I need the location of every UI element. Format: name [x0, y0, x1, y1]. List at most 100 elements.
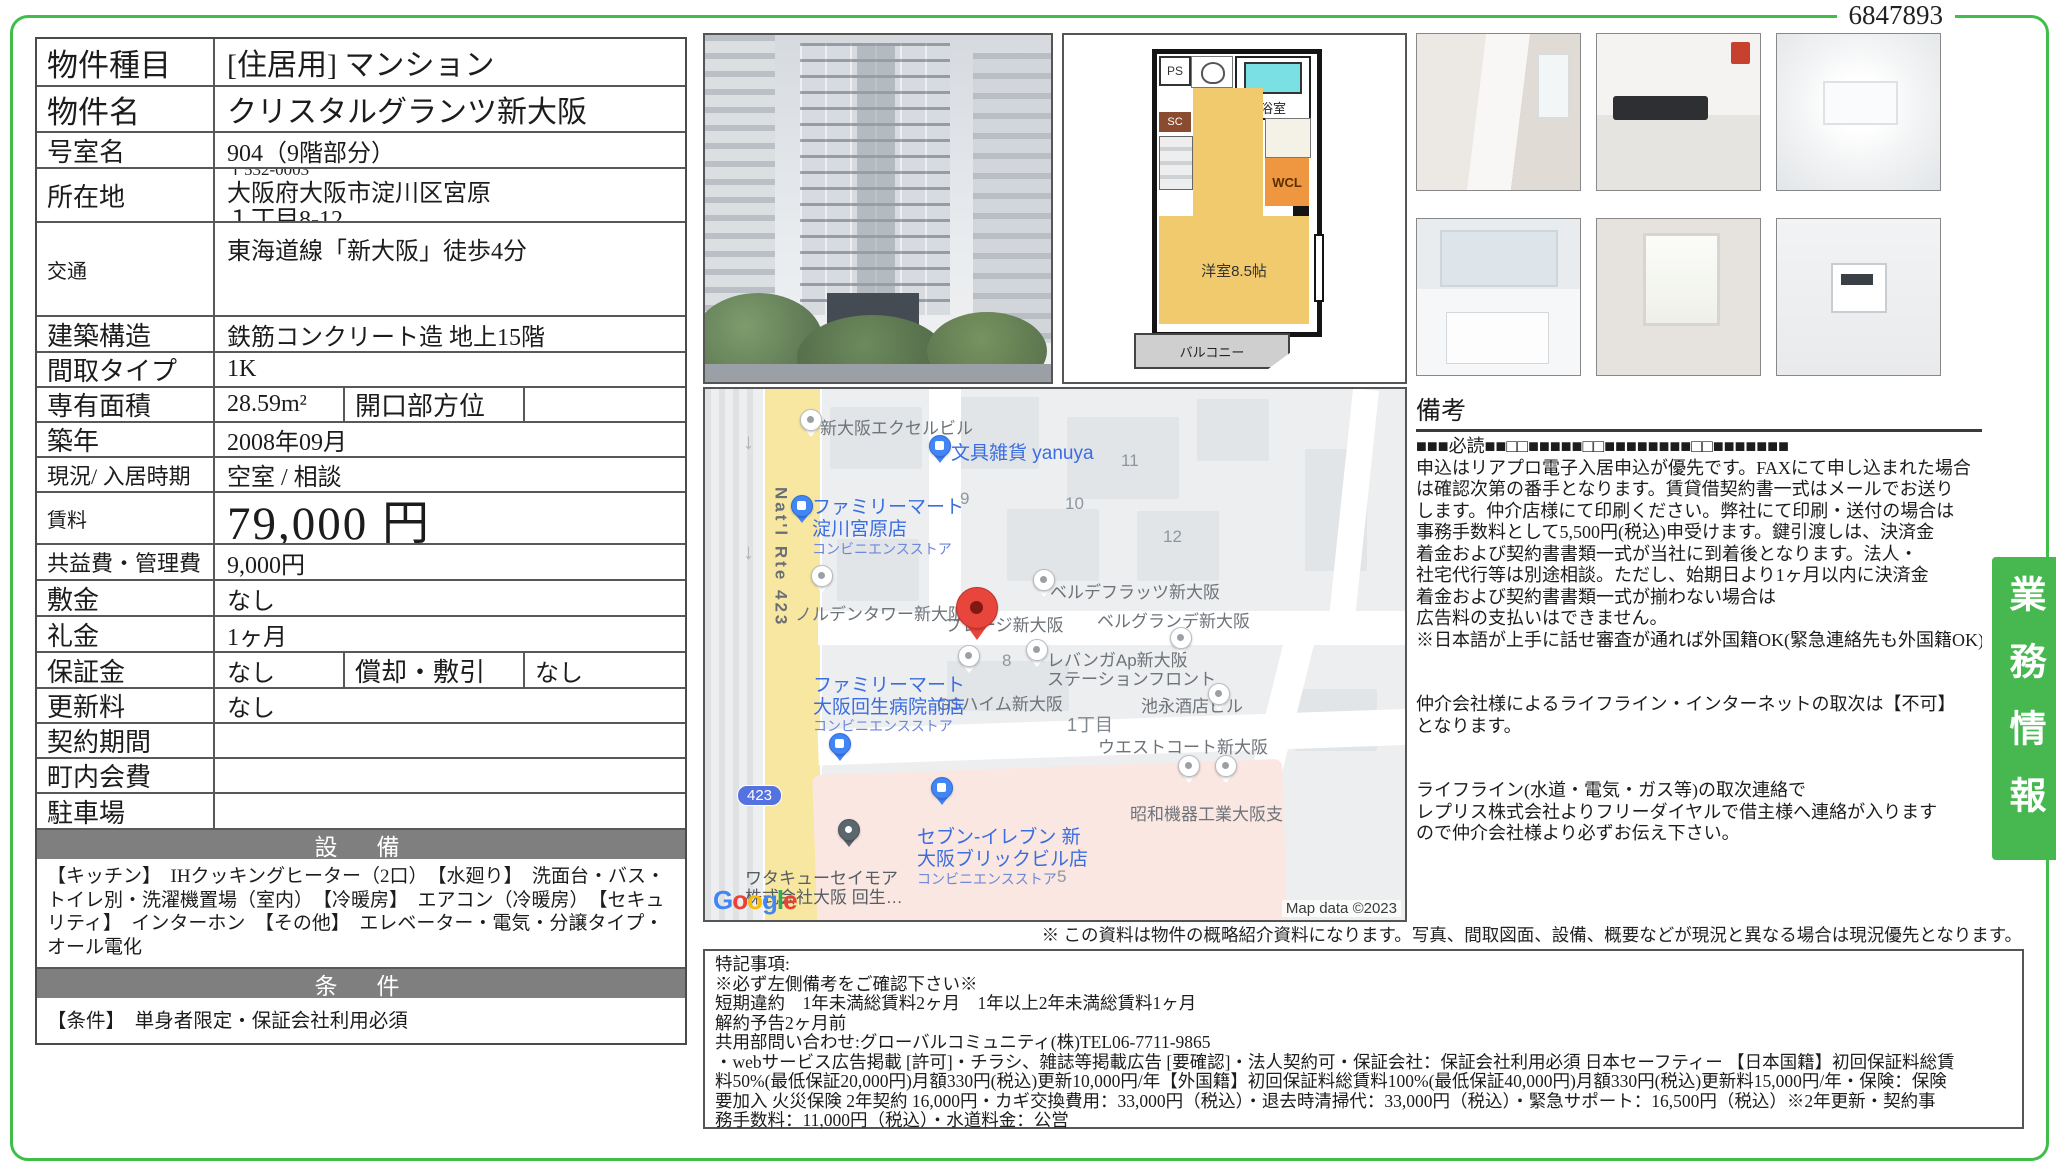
business-info-tab[interactable]: 業務情報: [1992, 557, 2056, 860]
map-pin-icon[interactable]: [1208, 683, 1230, 718]
special-notes-line: 要加入 火災保険 2年契約 16,000円・カギ交換費用：33,000円（税込）…: [715, 1092, 2012, 1112]
row-label: 駐車場: [47, 794, 125, 828]
row-label-cell: 号室名: [37, 133, 215, 167]
map-pin-icon[interactable]: [829, 733, 851, 768]
pipe-space: PS: [1159, 56, 1191, 86]
remarks-title: 備考: [1416, 391, 1982, 432]
row-value-cell: クリスタルグランツ新大阪: [215, 87, 685, 131]
row-value: 9,000円: [227, 545, 305, 579]
table-row: 更新料 なし: [37, 687, 685, 722]
map-label: Nat'l Rte 423: [771, 487, 790, 627]
remarks-line: は確認次第の番手となります。賃貸借契約書一式はメールでお送り: [1416, 479, 1982, 501]
map-pin-icon[interactable]: [929, 435, 951, 470]
row-value-cell: 79,000 円: [215, 493, 685, 543]
map-pin-icon[interactable]: [1178, 755, 1200, 790]
map-label: コンビニエンスストア: [917, 872, 1057, 888]
map-label: ベルデフラッツ新大阪: [1050, 583, 1220, 602]
row-value: 1K: [227, 356, 256, 383]
row-label-cell: 交通: [37, 223, 215, 315]
row-value-cell: 空室 / 相談: [215, 458, 685, 491]
row-label-cell: 礼金: [37, 617, 215, 651]
map-label: ファミリーマート 淀川宮原店: [812, 497, 964, 540]
row-value-cell: 1ヶ月: [215, 617, 685, 651]
table-row: 専有面積 28.59m² 開口部方位: [37, 386, 685, 421]
walk-in-closet: WCL: [1265, 158, 1309, 206]
map-pin-icon[interactable]: [1170, 627, 1192, 662]
row-value: なし: [227, 689, 275, 722]
map-label: 文具雑貨 yanuya: [951, 443, 1094, 465]
table-row: 敷金 なし: [37, 579, 685, 615]
map-attribution: Map data ©2023: [1282, 900, 1401, 917]
table-row: 賃料 79,000 円: [37, 491, 685, 543]
map-pin-icon[interactable]: [1033, 569, 1055, 604]
row-label-cell: 所在地: [37, 169, 215, 221]
row-extra-label-cell: 開口部方位: [343, 388, 525, 421]
remarks-line: 着金および契約書書類一式が揃わない場合は: [1416, 587, 1982, 609]
remarks-line: 仲介会社様によるライフライン・インターネットの取次は【不可】: [1416, 694, 1982, 716]
map-label: 5: [1057, 867, 1066, 886]
row-value-cell: 28.59m²: [215, 388, 343, 421]
table-row: 交通 東海道線「新大阪」徒歩4分: [37, 221, 685, 315]
row-value-cell: なし: [215, 689, 685, 722]
special-notes-box: 特記事項: ※必ず左側備考をご確認下さい※ 短期違約 1年未満総賃料2ヶ月 1年…: [703, 949, 2024, 1129]
map-pin-icon[interactable]: [800, 409, 822, 444]
map-pin-icon[interactable]: [955, 587, 999, 653]
map-label: 11: [1121, 451, 1139, 470]
property-rows: 物件種目 [住居用] マンション 物件名 クリスタルグランツ新大阪: [37, 39, 685, 828]
property-detail-table: 物件種目 [住居用] マンション 物件名 クリスタルグランツ新大阪: [35, 37, 687, 1045]
row-label-cell: 敷金: [37, 581, 215, 615]
row-value-cell: 2008年09月: [215, 423, 685, 456]
room-photo-grid: [1416, 33, 1941, 376]
row-label: 物件名: [47, 87, 140, 131]
map-label: 1丁目: [1067, 715, 1113, 736]
equipment-section-header: 設 備: [37, 828, 685, 859]
row-value-cell: 東海道線「新大阪」徒歩4分: [215, 223, 685, 315]
remarks-line: 申込はリアプロ電子入居申込が優先です。FAXにて申し込まれた場合: [1416, 458, 1982, 480]
special-notes-line: ・webサービス広告掲載 [許可]・チラシ、雑誌等掲載広告 [要確認]・法人契約…: [715, 1053, 2012, 1073]
map-pin-icon[interactable]: [791, 495, 813, 530]
special-notes-line: 料50%(最低保証20,000円)月額330円(税込)更新10,000円/年【外…: [715, 1072, 2012, 1092]
row-label-cell: 物件種目: [37, 39, 215, 85]
row-extra-label: 償却・敷引: [355, 653, 485, 687]
map-label: 昭和機器工業大阪支: [1130, 805, 1283, 824]
map-pin-icon[interactable]: [1215, 755, 1237, 790]
map-label: ↓: [743, 429, 754, 454]
conditions-text: 【条件】 単身者限定・保証会社利用必須: [37, 998, 685, 1043]
remarks-line: ※日本語が上手に話せ審査が通れば外国籍OK(緊急連絡先も外国籍OK): [1416, 630, 1982, 652]
toilet: [1191, 56, 1233, 88]
row-label: 更新料: [47, 689, 125, 722]
table-row: 物件名 クリスタルグランツ新大阪: [37, 85, 685, 131]
map-label: 10: [1065, 494, 1084, 513]
route-423-road: [763, 389, 822, 920]
row-label: 間取タイプ: [47, 353, 177, 386]
row-value-cell: [215, 759, 685, 792]
row-label-cell: 賃料: [37, 493, 215, 543]
row-label-cell: 契約期間: [37, 724, 215, 757]
special-notes-lines: 特記事項: ※必ず左側備考をご確認下さい※ 短期違約 1年未満総賃料2ヶ月 1年…: [715, 955, 2012, 1131]
hallway: [1193, 88, 1263, 216]
map-label: ノルデンタワー新大阪: [795, 605, 965, 624]
map-pin-icon[interactable]: [838, 819, 860, 854]
map-label: 8: [1002, 651, 1011, 670]
remarks-line: 広告料の支払いはできません。: [1416, 608, 1982, 630]
row-value-cell: 〒532-0003 大阪府大阪市淀川区宮原１丁目8-12: [215, 169, 685, 221]
location-map[interactable]: 新大阪エクセルビル 文具雑貨 yanuya 9 10 11 12 ファミリーマー…: [703, 387, 1407, 922]
map-pin-icon[interactable]: [811, 565, 833, 600]
row-label-cell: 物件名: [37, 87, 215, 131]
row-label-cell: 共益費・管理費: [37, 545, 215, 579]
document-number: 6847893: [1837, 0, 1956, 31]
balcony: バルコニー: [1134, 333, 1290, 369]
building-exterior-photo: [703, 33, 1053, 384]
row-label: 交通: [47, 255, 87, 284]
map-pin-icon[interactable]: [1026, 639, 1048, 674]
property-flyer-page: { "doc": { "number": "6847893", "side_ta…: [0, 0, 2056, 1127]
side-building-right: [973, 53, 1051, 343]
row-extra-value: なし: [535, 653, 583, 687]
map-pin-icon[interactable]: [931, 777, 953, 812]
floor-plan: PS 浴室 SC WCL 洋室8.5帖 バルコニー: [1062, 33, 1407, 384]
row-label: 号室名: [47, 133, 125, 167]
room-photo: [1776, 33, 1941, 191]
row-value: なし: [227, 581, 275, 615]
row-extra-value-cell: なし: [525, 653, 685, 687]
row-label: 契約期間: [47, 724, 151, 757]
